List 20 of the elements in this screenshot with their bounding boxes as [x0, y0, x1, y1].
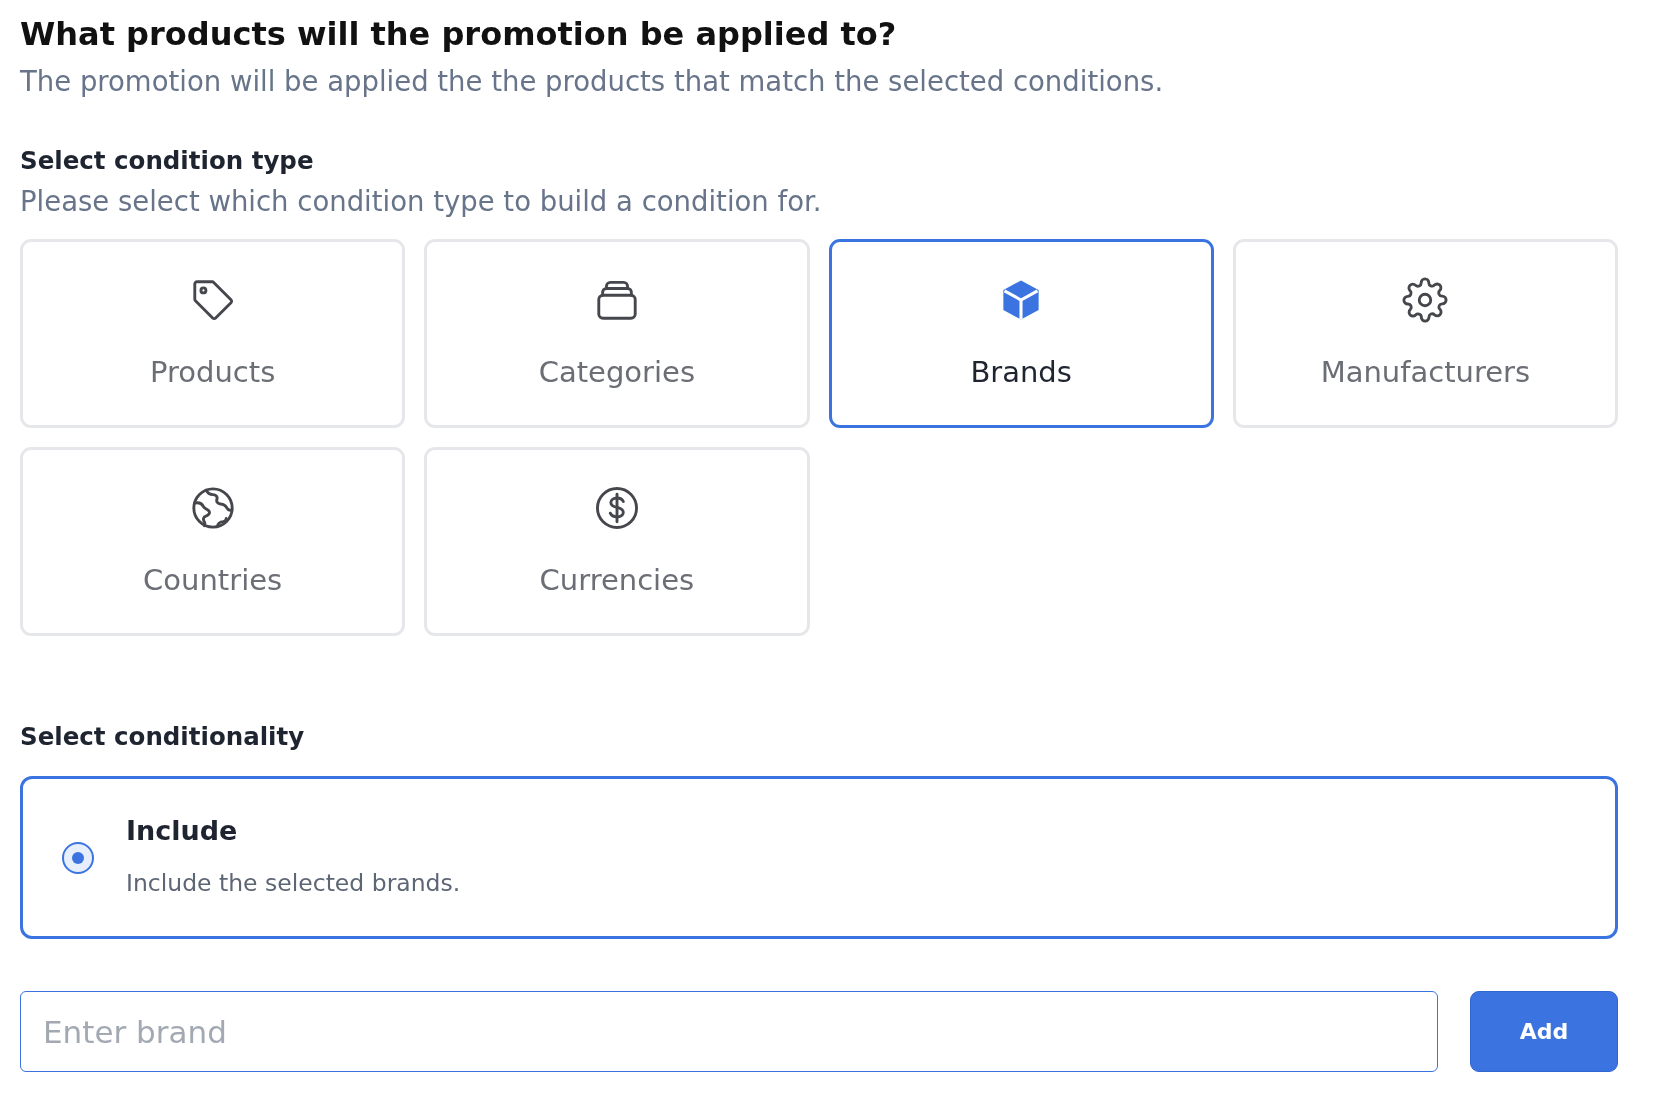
brand-input[interactable]: Enter brand	[20, 991, 1438, 1072]
condition-card[interactable]: Manufacturers	[1232, 239, 1618, 428]
add-button[interactable]: Add	[1470, 991, 1618, 1072]
page-subtitle: The promotion will be applied the the products that match the selected conditions.	[20, 64, 1165, 98]
section-label: Select conditionality	[20, 722, 306, 752]
radio-option-card[interactable]: Include Include the selected brands.	[20, 776, 1618, 939]
section-label: Select condition type	[20, 146, 315, 176]
condition-card[interactable]: Currencies	[424, 447, 810, 636]
condition-card[interactable]: Brands	[828, 239, 1214, 428]
option-description: Include the selected brands.	[126, 868, 461, 898]
page-title: What products will the promotion be applied to?	[20, 14, 898, 54]
condition-card[interactable]: Countries	[20, 447, 406, 636]
radio-button[interactable]	[62, 841, 94, 874]
globe-icon	[189, 485, 236, 531]
option-title: Include	[126, 814, 239, 848]
condition-card[interactable]: Products	[20, 239, 406, 428]
condition-card[interactable]: Categories	[424, 239, 810, 428]
section-hint: Please select which condition type to build a condition for.	[20, 185, 823, 217]
settings-icon	[1402, 277, 1449, 323]
dollar-icon	[593, 485, 640, 531]
